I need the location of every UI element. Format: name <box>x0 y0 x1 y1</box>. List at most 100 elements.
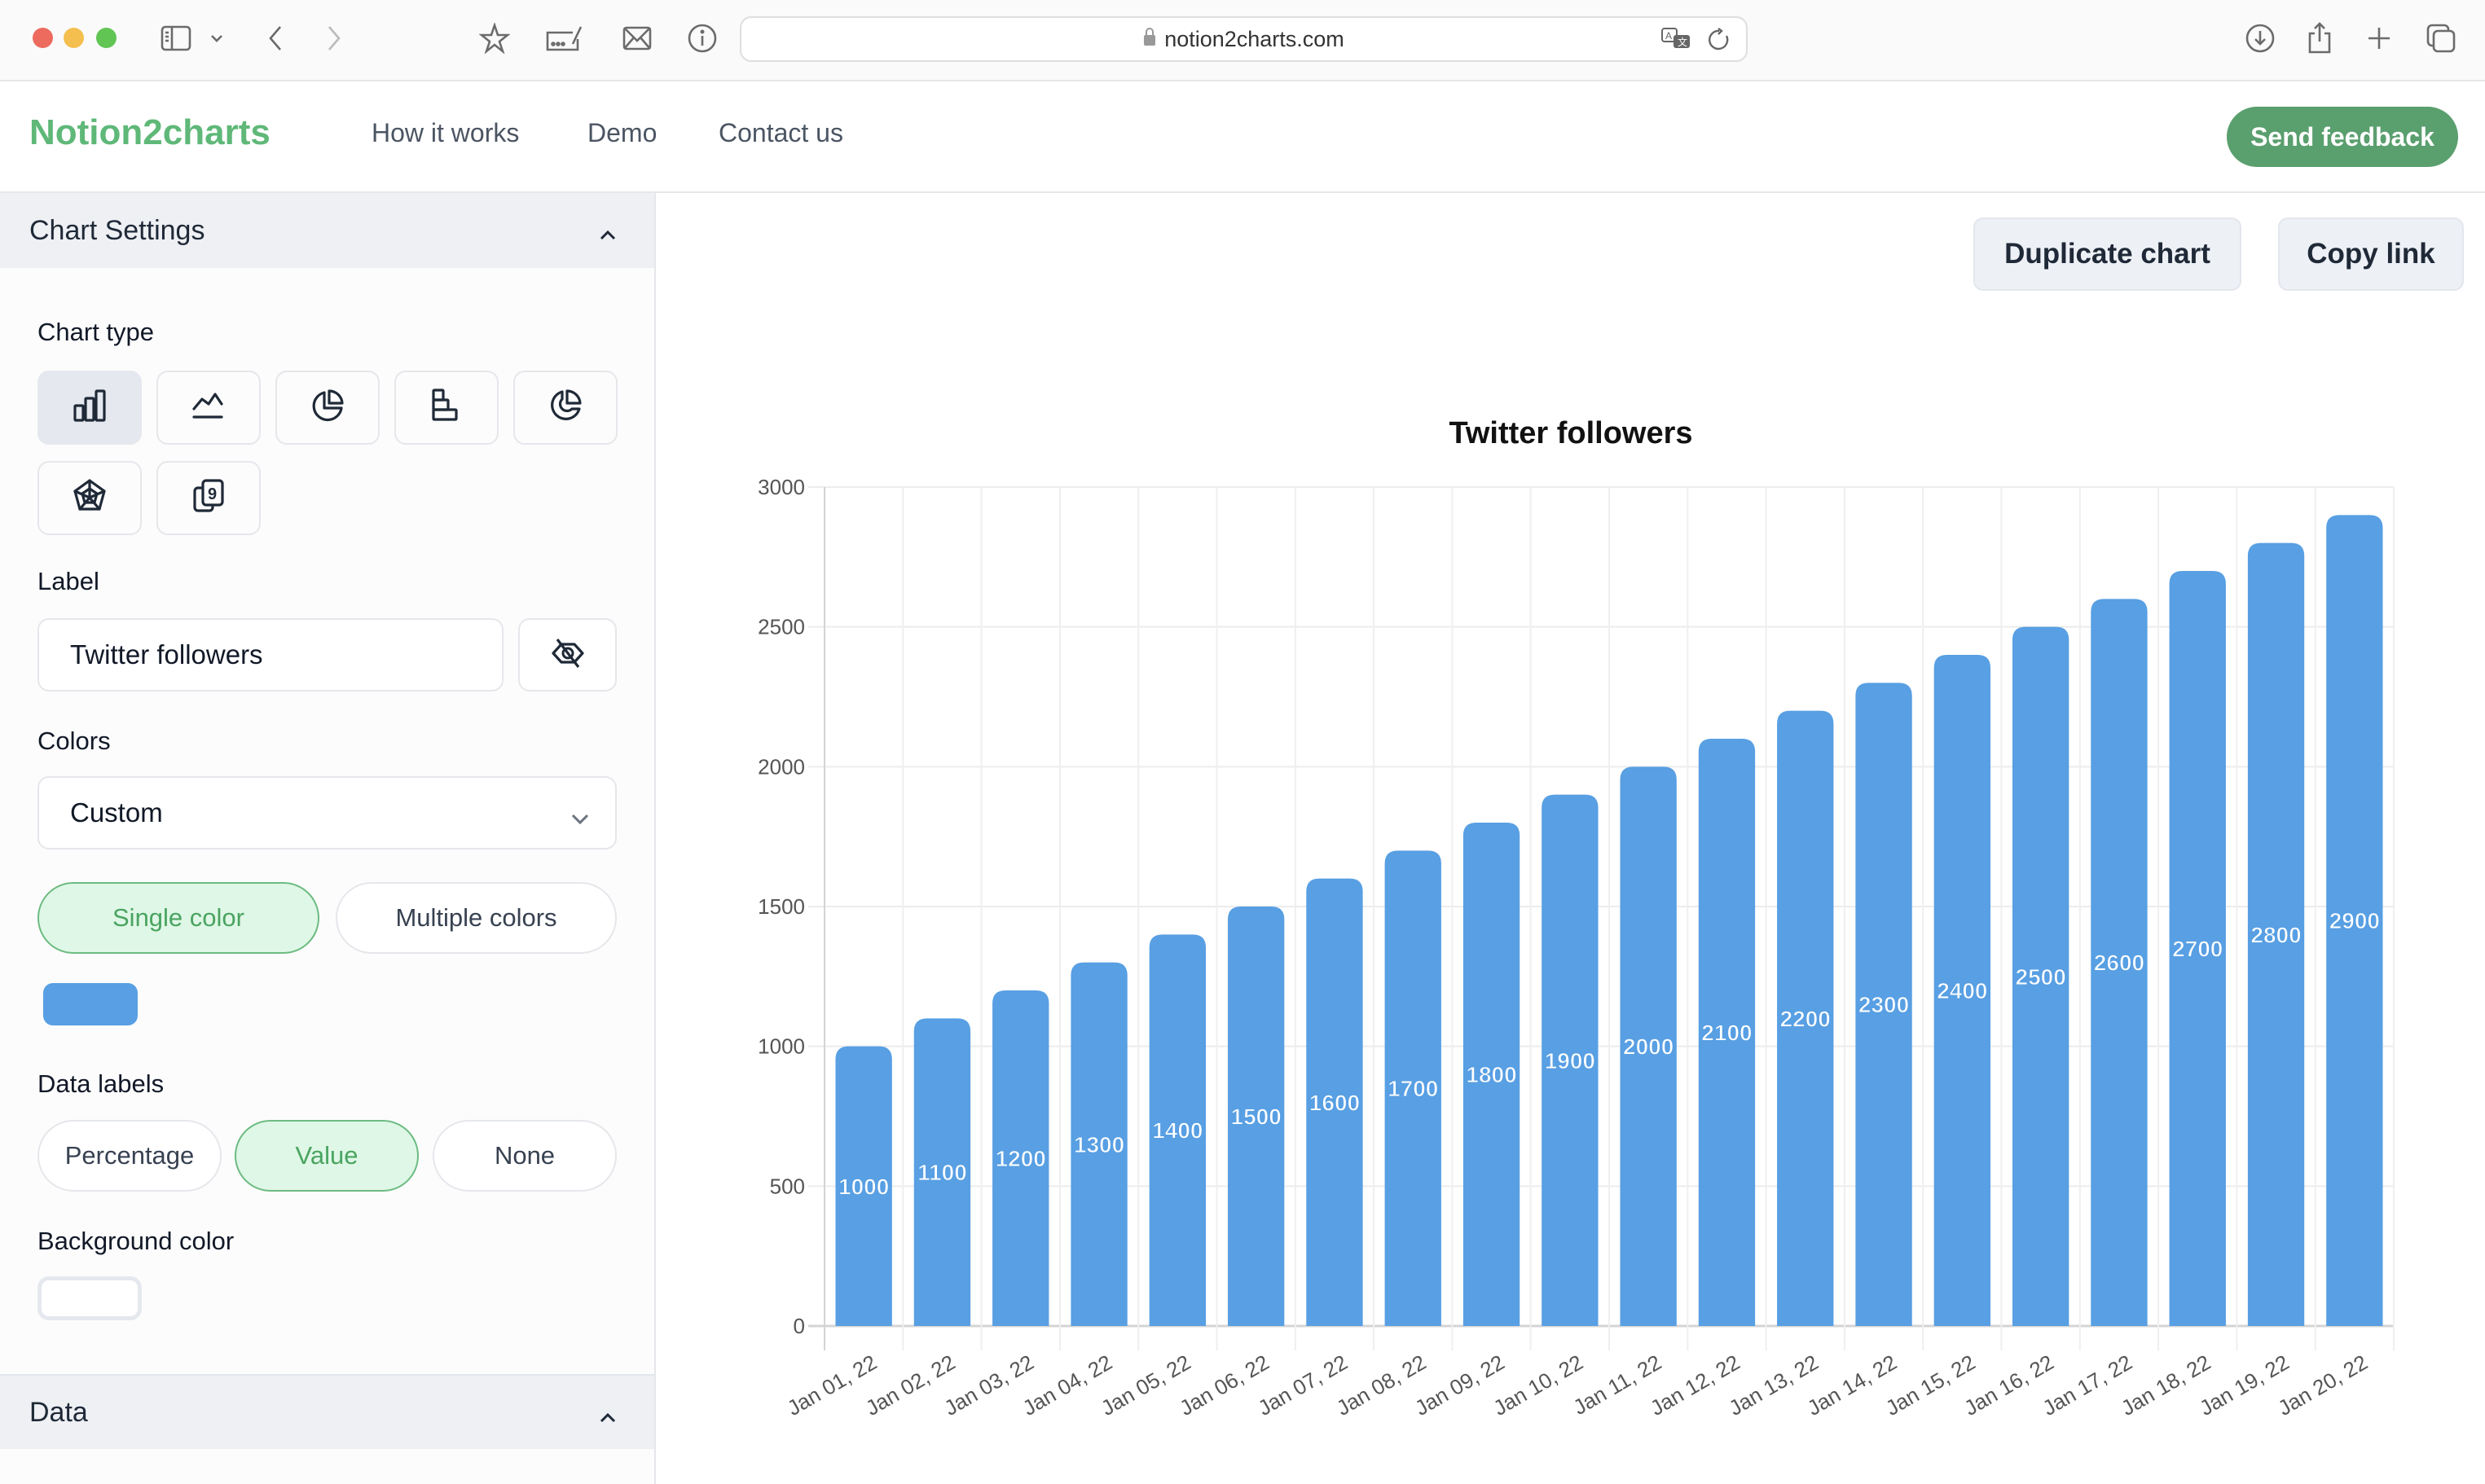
duplicate-chart-button[interactable]: Duplicate chart <box>1973 217 2241 291</box>
browser-toolbar: notion2charts.com A文 <box>0 0 2485 81</box>
send-feedback-button[interactable]: Send feedback <box>2227 107 2458 167</box>
data-label: 1800 <box>1466 1062 1516 1087</box>
data-section-title: Data <box>29 1396 88 1428</box>
download-icon[interactable] <box>2242 21 2278 55</box>
doughnut-chart-icon <box>548 388 583 428</box>
y-tick-label: 2500 <box>758 615 805 639</box>
y-tick-label: 3000 <box>758 475 805 499</box>
chart-type-horizontal-bar[interactable] <box>394 371 499 445</box>
y-tick-label: 2000 <box>758 754 805 779</box>
number-card-icon: 9 <box>191 478 227 518</box>
radar-chart-icon <box>72 478 108 518</box>
logo[interactable]: Notion2charts <box>29 112 270 153</box>
data-label-percentage[interactable]: Percentage <box>37 1120 222 1192</box>
data-section-header[interactable]: Data <box>0 1374 654 1449</box>
chart-settings-title: Chart Settings <box>29 214 205 246</box>
line-chart-icon <box>191 388 227 428</box>
y-tick-label: 500 <box>770 1174 805 1198</box>
colors-select-value: Custom <box>70 797 163 828</box>
data-label-value[interactable]: Value <box>235 1120 419 1192</box>
url-text: notion2charts.com <box>1164 26 1344 51</box>
mail-icon[interactable] <box>621 21 653 55</box>
data-label: 1300 <box>1074 1132 1124 1157</box>
multiple-colors-toggle[interactable]: Multiple colors <box>336 882 617 954</box>
data-label: 2400 <box>1937 978 1987 1003</box>
horizontal-bar-chart-icon <box>429 388 464 428</box>
zoom-window-button[interactable] <box>96 28 117 48</box>
sidebar-toggle-icon[interactable] <box>157 21 195 55</box>
chart-label-value: Twitter followers <box>70 639 263 670</box>
bar-color-swatch[interactable] <box>43 983 138 1025</box>
data-label: 1200 <box>996 1146 1046 1171</box>
share-icon[interactable] <box>2305 21 2334 55</box>
data-label: 1100 <box>917 1160 967 1185</box>
y-tick-label: 0 <box>794 1314 805 1338</box>
data-label: 2700 <box>2172 937 2223 962</box>
svg-text:A: A <box>1665 30 1672 42</box>
chart-type-line[interactable] <box>156 371 261 445</box>
password-icon[interactable] <box>543 21 585 55</box>
nav-demo[interactable]: Demo <box>587 118 657 148</box>
data-label: 1600 <box>1309 1090 1360 1115</box>
info-icon[interactable] <box>684 21 720 55</box>
svg-text:文: 文 <box>1678 36 1687 48</box>
close-window-button[interactable] <box>33 28 53 48</box>
chart-type-bar[interactable] <box>37 371 142 445</box>
chart-type-number[interactable]: 9 <box>156 461 261 535</box>
new-tab-icon[interactable] <box>2364 21 2394 55</box>
bar-chart-icon <box>72 388 108 428</box>
y-tick-label: 1500 <box>758 894 805 919</box>
data-label: 1000 <box>838 1174 889 1199</box>
pie-chart-icon <box>310 388 345 428</box>
data-label: 1500 <box>1231 1104 1282 1130</box>
toggle-label-visibility-button[interactable] <box>518 618 617 692</box>
back-icon[interactable] <box>259 21 292 55</box>
data-label: 2300 <box>1858 992 1909 1017</box>
tabs-overview-icon[interactable] <box>2425 21 2457 55</box>
app-header: Notion2charts How it works Demo Contact … <box>0 81 2485 193</box>
chart-type-radar[interactable] <box>37 461 142 535</box>
data-label: 1700 <box>1388 1076 1438 1101</box>
single-color-toggle[interactable]: Single color <box>37 882 319 954</box>
data-label: 1400 <box>1152 1118 1203 1144</box>
background-color-label: Background color <box>37 1227 235 1255</box>
svg-text:9: 9 <box>208 485 217 503</box>
translate-icon[interactable]: A文 <box>1661 28 1692 56</box>
chevron-down-icon <box>570 804 591 835</box>
copy-link-button[interactable]: Copy link <box>2278 217 2464 291</box>
data-label-none[interactable]: None <box>433 1120 617 1192</box>
chevron-down-icon[interactable] <box>207 21 227 55</box>
forward-icon[interactable] <box>318 21 350 55</box>
chart-settings-header[interactable]: Chart Settings <box>0 193 654 268</box>
chart-settings-sidebar: Chart Settings Chart type 9 Label Twitte… <box>0 193 656 1484</box>
address-bar[interactable]: notion2charts.com A文 <box>740 16 1748 62</box>
chevron-up-icon[interactable] <box>598 217 618 249</box>
data-label: 2200 <box>1780 1006 1831 1031</box>
chart-type-doughnut[interactable] <box>513 371 618 445</box>
bookmark-star-icon[interactable] <box>477 21 512 55</box>
nav-contact-us[interactable]: Contact us <box>719 118 843 148</box>
data-label: 2600 <box>2094 951 2144 976</box>
chart-type-pie[interactable] <box>275 371 380 445</box>
data-label: 1900 <box>1545 1048 1595 1073</box>
y-tick-label: 1000 <box>758 1034 805 1059</box>
chevron-up-icon[interactable] <box>598 1400 618 1432</box>
chart-title: Twitter followers <box>1449 416 1692 450</box>
reload-icon[interactable] <box>1707 28 1731 56</box>
data-labels-label: Data labels <box>37 1069 165 1098</box>
eye-off-icon <box>550 635 586 675</box>
nav-how-it-works[interactable]: How it works <box>372 118 519 148</box>
data-label: 2500 <box>2016 964 2066 990</box>
data-label: 2900 <box>2329 908 2380 933</box>
lock-icon <box>1143 27 1156 52</box>
label-field-label: Label <box>37 567 99 595</box>
data-label: 2000 <box>1623 1034 1674 1060</box>
chart-label-input[interactable]: Twitter followers <box>37 618 504 692</box>
colors-select[interactable]: Custom <box>37 776 617 850</box>
background-color-swatch[interactable] <box>37 1276 142 1320</box>
data-label: 2800 <box>2250 922 2301 947</box>
colors-label: Colors <box>37 727 111 755</box>
chart-type-label: Chart type <box>37 318 155 346</box>
data-label: 2100 <box>1701 1021 1752 1046</box>
minimize-window-button[interactable] <box>64 28 84 48</box>
